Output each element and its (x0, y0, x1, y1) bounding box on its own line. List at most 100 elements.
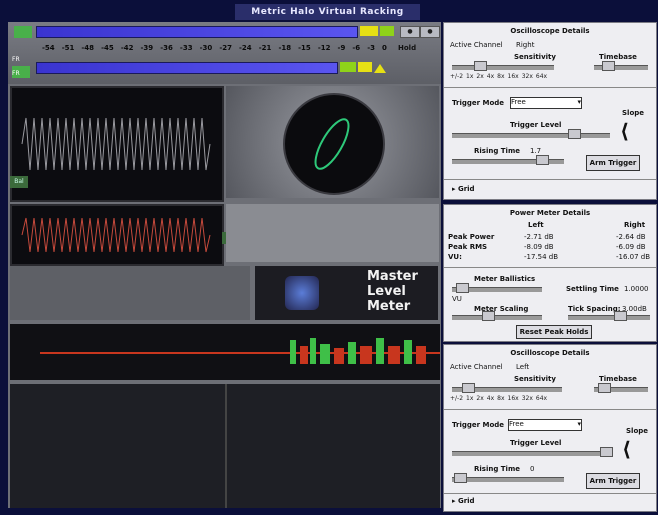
power-row-right: -6.09 dB (616, 243, 646, 251)
osc-bottom-sensitivity-label: Sensitivity (514, 375, 556, 383)
meter-scaling-slider[interactable] (452, 315, 542, 320)
osc-bottom-active-channel-label: Active Channel (450, 363, 503, 371)
channel-indicator (14, 26, 32, 38)
meter-ballistics-label: Meter Ballistics (474, 275, 536, 283)
osc-bottom-rising-time-thumb[interactable] (454, 473, 467, 483)
meter-peak-top (360, 26, 378, 36)
osc-top-slope-label: Slope (622, 109, 645, 117)
meter-ballistics-thumb[interactable] (456, 283, 469, 293)
osc-top-sensitivity-slider[interactable] (452, 65, 554, 70)
osc-bottom-rising-time-label: Rising Time (474, 465, 521, 473)
meter-bar-bottom (36, 62, 338, 74)
spectrum-display (10, 324, 440, 380)
logo-panel: Master Level Meter (255, 266, 438, 320)
meter-hold-bottom (358, 62, 372, 72)
osc-top-active-channel-value: Right (516, 41, 535, 49)
osc-top-timebase-thumb[interactable] (602, 61, 615, 71)
logo-text-3: Meter (367, 299, 411, 314)
power-row-label: Peak RMS (448, 243, 488, 251)
osc-bottom-active-channel-value: Left (516, 363, 530, 371)
osc-top-sensitivity-label: Sensitivity (514, 53, 556, 61)
osc-bottom-grid-toggle[interactable]: ▸ Grid (452, 497, 475, 505)
logo-icon (285, 276, 319, 310)
osc-top-rising-time-thumb[interactable] (536, 155, 549, 165)
osc-top-trigger-mode-label: Trigger Mode (452, 99, 505, 107)
meter-scaling-thumb[interactable] (482, 311, 495, 321)
logo-text-2: Level (367, 284, 406, 299)
oscilloscope-left (10, 204, 224, 266)
osc-top-rising-time-label: Rising Time (474, 147, 521, 155)
osc-top-title: Oscilloscope Details (510, 27, 590, 35)
power-col-left: Left (528, 221, 544, 229)
triangle-right-icon: ▸ (452, 497, 456, 505)
osc-top-trigger-level-slider[interactable] (452, 133, 610, 138)
power-row-left: -8.09 dB (524, 243, 554, 251)
osc-top-sensitivity-ticks: +/-2 1x 2x 4x 8x 16x 32x 64x (450, 73, 548, 80)
power-row-label: Peak Power (448, 233, 495, 241)
chevron-down-icon: ▾ (577, 98, 581, 106)
blank-panel (226, 204, 439, 262)
osc-bottom-arm-trigger-button[interactable]: Arm Trigger (586, 473, 640, 489)
hold-label: Hold (398, 44, 417, 52)
power-row-left: -17.54 dB (524, 253, 559, 261)
level-meter: ● ● -54 -51 -48 -45 -42 -39 -36 -33 -30 … (8, 22, 441, 84)
meter-clip-top (380, 26, 394, 36)
settling-time-label: Settling Time (566, 285, 619, 293)
slope-icon[interactable]: ⟨ (620, 119, 644, 149)
power-meter-title: Power Meter Details (509, 209, 591, 217)
triangle-right-icon: ▸ (452, 185, 456, 193)
meter-button-1[interactable]: ● (400, 26, 420, 38)
power-row-right: -2.64 dB (616, 233, 646, 241)
osc-top-grid-toggle[interactable]: ▸ Grid (452, 185, 475, 193)
tick-spacing-slider[interactable] (568, 315, 650, 320)
meter-bar-top (36, 26, 358, 38)
osc-top-rising-time-value: 1.7 (530, 147, 542, 155)
osc-bottom-sensitivity-ticks: +/-2 1x 2x 4x 8x 16x 32x 64x (450, 395, 548, 402)
logo-text-1: Master (367, 269, 418, 284)
osc-top-timebase-label: Timebase (599, 53, 637, 61)
peak-marker-icon (374, 64, 386, 73)
meter-peak-bottom (340, 62, 356, 72)
settling-time-value: 1.0000 (624, 285, 649, 293)
vectorscope-panel (226, 86, 439, 198)
slope-icon[interactable]: ⟨ (622, 437, 646, 467)
power-row-label: VU: (448, 253, 462, 261)
osc-details-bottom: Oscilloscope Details Active Channel Left… (443, 344, 657, 512)
osc-bottom-trigger-mode-label: Trigger Mode (452, 421, 505, 429)
oscilloscope-right (10, 86, 224, 202)
tick-spacing-label: Tick Spacing: (568, 305, 621, 313)
osc-top-trigger-level-label: Trigger Level (510, 121, 562, 129)
meter-scale: -54 -51 -48 -45 -42 -39 -36 -33 -30 -27 … (42, 44, 387, 52)
meter-button-2[interactable]: ● (420, 26, 440, 38)
channel-bottom-label: FR (12, 70, 20, 77)
chevron-down-icon: ▾ (577, 420, 581, 428)
osc-bottom-rising-time-slider[interactable] (452, 477, 564, 482)
osc-bottom-rising-time-value: 0 (530, 465, 535, 473)
osc-top-trigger-mode-select[interactable]: Free ▾ (510, 97, 582, 109)
osc-bottom-title: Oscilloscope Details (510, 349, 590, 357)
scope-button-1[interactable]: Bal (10, 176, 28, 188)
channel-top-label: FR (12, 56, 20, 63)
power-col-right: Right (624, 221, 646, 229)
osc-bottom-slope-label: Slope (626, 427, 649, 435)
vu-label: VU (452, 295, 462, 303)
osc-top-sensitivity-thumb[interactable] (474, 61, 487, 71)
osc-bottom-sensitivity-thumb[interactable] (462, 383, 475, 393)
osc-top-active-channel-label: Active Channel (450, 41, 503, 49)
osc-bottom-trigger-level-label: Trigger Level (510, 439, 562, 447)
power-meter-details: Power Meter Details Left Right Peak Powe… (443, 204, 657, 342)
osc-details-top: Oscilloscope Details Active Channel Righ… (443, 22, 657, 200)
power-row-right: -16.07 dB (616, 253, 651, 261)
window-title: Metric Halo Virtual Racking System (235, 4, 420, 33)
tick-spacing-thumb[interactable] (614, 311, 627, 321)
osc-bottom-timebase-thumb[interactable] (598, 383, 611, 393)
osc-top-trigger-level-thumb[interactable] (568, 129, 581, 139)
power-row-left: -2.71 dB (524, 233, 554, 241)
spacer-panel (10, 266, 250, 320)
osc-bottom-trigger-level-thumb[interactable] (600, 447, 613, 457)
reset-peak-holds-button[interactable]: Reset Peak Holds (516, 325, 592, 339)
osc-top-arm-trigger-button[interactable]: Arm Trigger (586, 155, 640, 171)
osc-bottom-trigger-mode-select[interactable]: Free ▾ (508, 419, 582, 431)
history-display (10, 384, 440, 508)
osc-bottom-trigger-level-slider[interactable] (452, 451, 610, 456)
